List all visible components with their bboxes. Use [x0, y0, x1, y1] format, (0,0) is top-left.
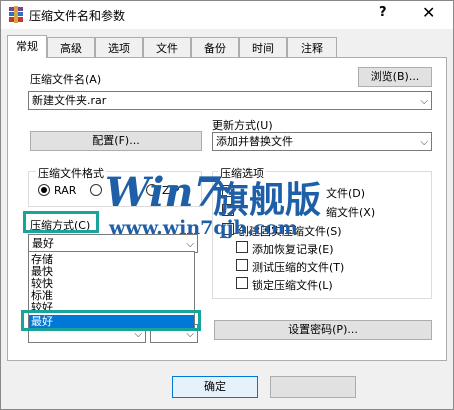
method-label-highlight — [23, 211, 99, 233]
tab-options[interactable]: 选项 — [95, 37, 143, 57]
update-mode-label: 更新方式(U) — [212, 119, 273, 132]
archive-name-combo[interactable]: 新建文件夹.rar ⌵ — [28, 91, 432, 110]
tab-general[interactable]: 常规 — [7, 35, 47, 58]
format-group-label: 压缩文件格式 — [36, 165, 106, 181]
sfx-label: 缩文件(X) — [326, 206, 376, 219]
best-option-highlight — [21, 310, 201, 331]
format-rar-radio[interactable] — [38, 184, 50, 196]
button-bar: 确定 — [1, 363, 453, 409]
profile-button[interactable]: 配置(F)... — [30, 131, 202, 151]
lock-checkbox[interactable] — [236, 277, 248, 289]
archive-name-label: 压缩文件名(A) — [30, 73, 102, 86]
test-label: 测试压缩的文件(T) — [252, 261, 345, 274]
format-rar4-radio[interactable] — [90, 184, 102, 196]
tab-backup[interactable]: 备份 — [191, 37, 239, 57]
dialog-window: 压缩文件名和参数 ? ✕ 常规 高级 选项 文件 备份 时间 注释 压缩文件名(… — [0, 0, 454, 410]
watermark-brand: Win7 — [105, 169, 222, 216]
update-mode-combo[interactable]: 添加并替换文件 ⌵ — [212, 132, 432, 151]
chevron-down-icon: ⌵ — [420, 137, 428, 148]
method-value: 最好 — [32, 237, 54, 250]
set-password-button[interactable]: 设置密码(P)... — [214, 320, 432, 340]
tab-time[interactable]: 时间 — [239, 37, 287, 57]
watermark-url: www.win7qjb.com — [109, 217, 298, 239]
window-title: 压缩文件名和参数 — [29, 9, 126, 23]
title-bar: 压缩文件名和参数 ? ✕ — [1, 1, 453, 29]
watermark-brand-cn: 旗舰版 — [213, 179, 322, 221]
test-checkbox[interactable] — [236, 259, 248, 271]
help-button[interactable]: ? — [379, 5, 387, 20]
tab-advanced[interactable]: 高级 — [47, 37, 95, 57]
ok-button[interactable]: 确定 — [172, 376, 258, 398]
browse-button[interactable]: 浏览(B)... — [358, 67, 432, 87]
lock-label: 锁定压缩文件(L) — [252, 279, 333, 292]
recovery-checkbox[interactable] — [236, 241, 248, 253]
chevron-down-icon: ⌵ — [420, 96, 428, 107]
update-mode-value: 添加并替换文件 — [216, 135, 293, 148]
delete-after-label: 文件(D) — [326, 187, 366, 200]
tab-files[interactable]: 文件 — [143, 37, 191, 57]
tab-comment[interactable]: 注释 — [287, 37, 337, 57]
cancel-button[interactable] — [270, 376, 356, 398]
recovery-label: 添加恢复记录(E) — [252, 243, 334, 256]
winrar-icon — [9, 6, 23, 23]
archive-name-value: 新建文件夹.rar — [32, 94, 107, 107]
format-rar-label: RAR — [54, 184, 77, 197]
close-button[interactable]: ✕ — [422, 3, 435, 22]
